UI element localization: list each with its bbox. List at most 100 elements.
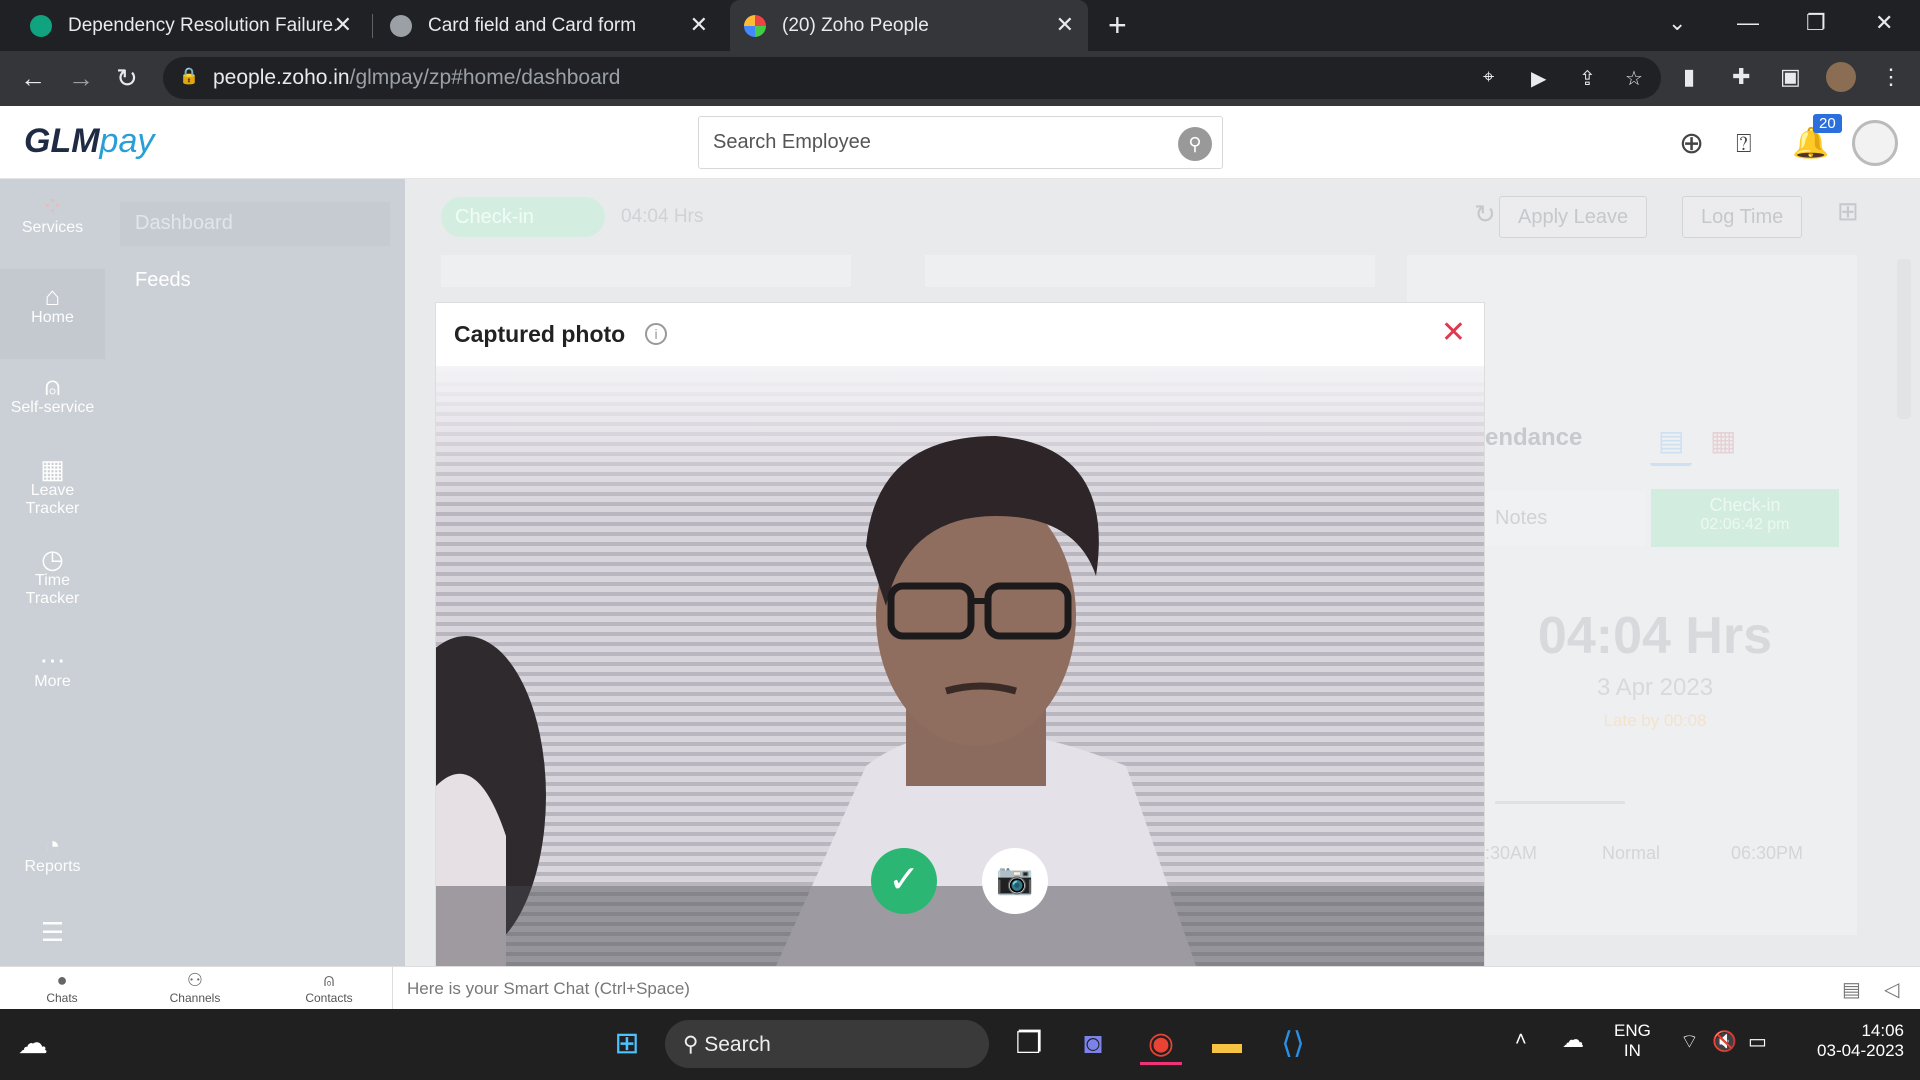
log-time-button[interactable]: Log Time — [1682, 196, 1803, 238]
notes-input[interactable]: Notes — [1485, 491, 1645, 546]
sidebar-item-self-service[interactable]: ⍝ Self-service — [0, 371, 105, 417]
app-header: GLMpay Search Employee ⚲ ⊕ ⍰ 🔔 20 — [0, 106, 1920, 179]
menu-icon[interactable]: ⋮ — [1880, 64, 1902, 90]
onedrive-icon[interactable]: ☁ — [1562, 1027, 1584, 1053]
mute-icon[interactable]: 🔇 — [1712, 1029, 1737, 1054]
clock[interactable]: 14:06 03-04-2023 — [1794, 1021, 1904, 1061]
sidebar-item-time-tracker[interactable]: ◷ Time Tracker — [0, 546, 105, 608]
worked-hours: 04:04 Hrs — [621, 206, 704, 227]
person-icon: ⍝ — [44, 371, 61, 401]
file-explorer-icon[interactable]: ▬ — [1206, 1023, 1248, 1065]
reload-button[interactable]: ↻ — [116, 63, 138, 93]
windows-start-icon[interactable]: ⊞ — [606, 1023, 648, 1065]
sidebar-item-more[interactable]: ⋯ More — [0, 647, 105, 691]
tab-card-field[interactable]: Card field and Card form ✕ — [376, 0, 722, 51]
announcement-icon[interactable]: ◁ — [1884, 977, 1899, 1002]
retake-camera-button[interactable]: 📷 — [982, 848, 1048, 914]
close-icon[interactable]: ✕ — [334, 13, 352, 37]
sidebar-item-home[interactable]: ⌂ Home — [0, 269, 105, 359]
close-icon[interactable]: ✕ — [690, 13, 708, 37]
contacts-button[interactable]: ⍝ Contacts — [289, 969, 369, 1005]
sidebar-item-label: More — [34, 673, 71, 690]
language-indicator[interactable]: ENG IN — [1614, 1021, 1651, 1061]
logo-main: GLM — [24, 122, 100, 160]
weather-icon[interactable]: ☁ — [12, 1023, 54, 1065]
person-silhouette — [436, 436, 1196, 966]
close-icon[interactable]: ✕ — [1441, 315, 1466, 350]
forward-button[interactable]: → — [68, 63, 94, 93]
chat-bubble-icon: ● — [56, 970, 68, 990]
new-tab-button[interactable]: + — [1108, 8, 1127, 42]
close-window-button[interactable]: ✕ — [1875, 10, 1893, 36]
calendar-icon[interactable]: ▦ — [1710, 424, 1736, 466]
tab-zoho-people[interactable]: (20) Zoho People ✕ — [730, 0, 1088, 51]
channels-button[interactable]: ⚇ Channels — [155, 969, 235, 1005]
services-icon: ⁘ — [41, 191, 64, 221]
subnav-dashboard[interactable]: Dashboard — [120, 202, 390, 246]
restore-button[interactable]: ❐ — [1806, 10, 1826, 36]
check-in-button[interactable]: Check-in — [441, 197, 605, 237]
scrollbar[interactable] — [1897, 259, 1911, 419]
camera-icon[interactable]: ▶ — [1531, 66, 1546, 91]
tab-title: (20) Zoho People — [782, 14, 929, 36]
vscode-icon[interactable]: ⟨⟩ — [1272, 1023, 1314, 1065]
wifi-icon[interactable]: ⌔ — [1680, 1029, 1699, 1054]
user-avatar[interactable] — [1852, 120, 1898, 166]
chevron-up-icon[interactable]: ˄ — [1515, 1029, 1527, 1052]
bookmark-star-icon[interactable]: ☆ — [1625, 66, 1643, 91]
layout-icon[interactable]: ⊞ — [1837, 196, 1859, 238]
chats-label: Chats — [46, 991, 78, 1005]
tab-dependency-resolution[interactable]: Dependency Resolution Failure. ✕ — [16, 0, 366, 51]
address-bar[interactable]: 🔒 people.zoho.in/glmpay/zp#home/dashboar… — [163, 57, 1661, 99]
battery-icon[interactable]: ▭ — [1748, 1029, 1767, 1054]
tab-search-icon[interactable]: ⌄ — [1668, 10, 1686, 36]
confirm-button[interactable]: ✓ — [871, 848, 937, 914]
subnav-feeds[interactable]: Feeds — [135, 269, 191, 292]
sidebar-item-leave-tracker[interactable]: ▦ Leave Tracker — [0, 456, 105, 518]
close-icon[interactable]: ✕ — [1056, 13, 1074, 37]
back-button[interactable]: ← — [20, 63, 46, 93]
lock-icon[interactable]: 🔒 — [179, 66, 199, 86]
extension-icon[interactable]: ▮ — [1683, 64, 1695, 90]
attendance-check-in-button[interactable]: Check-in 02:06:42 pm — [1651, 489, 1839, 547]
smart-chat-input[interactable]: Here is your Smart Chat (Ctrl+Space) — [392, 967, 704, 1010]
attendance-date: 3 Apr 2023 — [1596, 674, 1714, 701]
apply-leave-button[interactable]: Apply Leave — [1499, 196, 1648, 238]
search-icon[interactable]: ⚲ — [1178, 127, 1212, 161]
captured-photo — [436, 366, 1484, 966]
notes-icon[interactable]: ▤ — [1842, 977, 1861, 1002]
sidebar-item-services[interactable]: ⁘ Services — [0, 191, 105, 237]
sidebar-item-reports[interactable]: ◔ Reports — [0, 832, 105, 876]
share-icon[interactable]: ⇪ — [1579, 66, 1596, 91]
profile-avatar[interactable] — [1826, 62, 1856, 92]
location-icon[interactable]: ⌖ — [1483, 66, 1494, 89]
chats-button[interactable]: ● Chats — [22, 969, 102, 1005]
modal-title: Captured photo — [454, 321, 626, 347]
chat-bar: ● Chats ⚇ Channels ⍝ Contacts Here is your … — [0, 966, 1920, 1010]
info-icon[interactable]: i — [645, 323, 667, 345]
add-icon[interactable]: ⊕ — [1679, 126, 1704, 161]
url-path: /glmpay/zp#home/dashboard — [349, 66, 621, 89]
help-icon[interactable]: ⍰ — [1736, 128, 1752, 160]
task-view-icon[interactable]: ❐ — [1008, 1023, 1050, 1065]
widget-panel — [441, 255, 851, 287]
refresh-icon[interactable]: ↻ — [1474, 199, 1496, 241]
taskbar-search[interactable]: ⚲ Search — [665, 1020, 989, 1068]
calendar-check-icon[interactable]: ▤ — [1650, 424, 1693, 466]
puzzle-icon[interactable]: ✚ — [1732, 64, 1750, 90]
sidebar-item-label: Time Tracker — [25, 572, 80, 607]
url-text: people.zoho.in/glmpay/zp#home/dashboard — [213, 66, 620, 90]
minimize-button[interactable]: — — [1737, 10, 1759, 36]
region-code: IN — [1623, 1041, 1641, 1060]
sidebar-item-label: Services — [21, 219, 84, 236]
home-icon: ⌂ — [44, 281, 61, 311]
chrome-icon[interactable]: ◉ — [1140, 1023, 1182, 1065]
browser-tab-strip: Dependency Resolution Failure. ✕ Card fi… — [0, 0, 1920, 51]
side-panel-icon[interactable]: ▣ — [1780, 64, 1801, 90]
glmpay-logo[interactable]: GLMpay — [24, 122, 154, 161]
browser-toolbar: ← → ↻ 🔒 people.zoho.in/glmpay/zp#home/da… — [0, 51, 1920, 106]
collapse-menu-icon[interactable]: ☰ — [0, 919, 105, 945]
captured-photo-modal: Captured photo i ✕ ✓ 📷 — [435, 302, 1485, 966]
search-employee-input[interactable]: Search Employee ⚲ — [698, 116, 1223, 169]
teams-icon[interactable]: ◙ — [1072, 1023, 1114, 1065]
